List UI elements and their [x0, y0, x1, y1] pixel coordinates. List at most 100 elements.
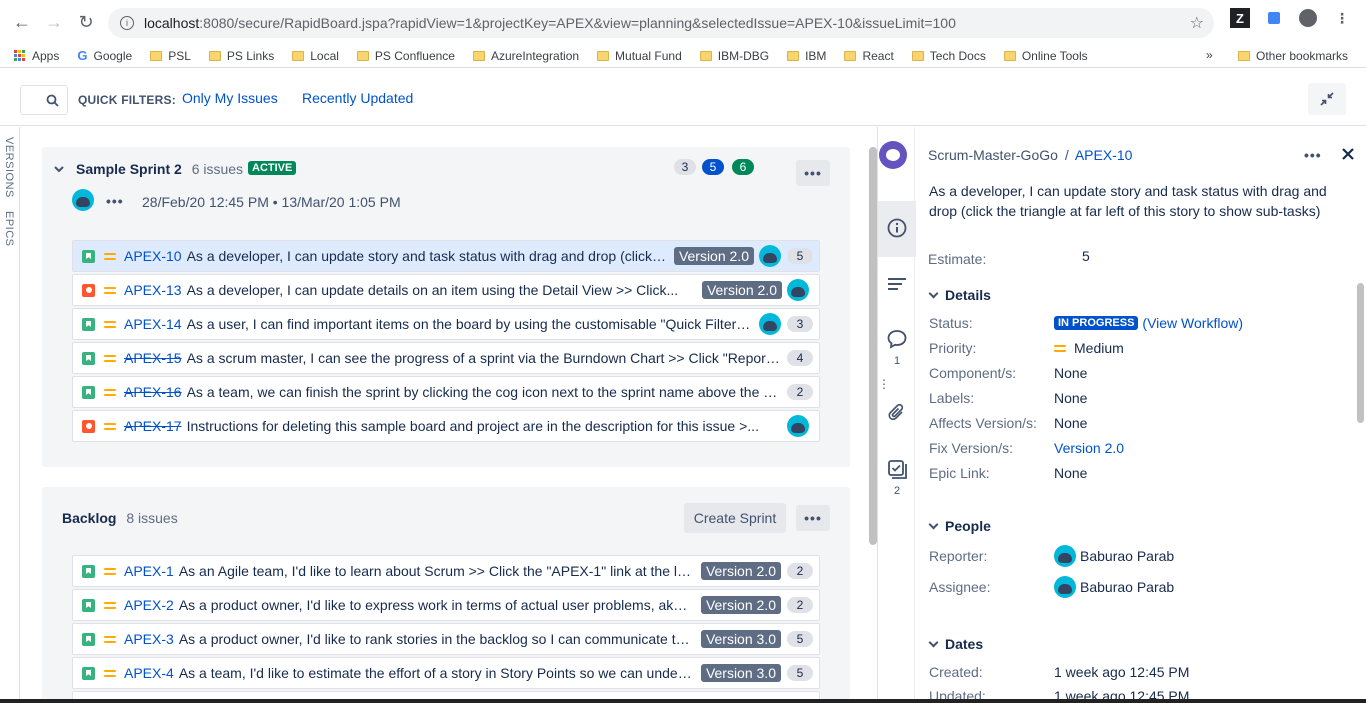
bookmark-item[interactable]: PS Confluence [356, 49, 455, 63]
sprint-container: Sample Sprint 2 6 issues ACTIVE 3 5 6 ••… [42, 147, 850, 467]
issue-row[interactable]: APEX-1 As an Agile team, I'd like to lear… [72, 555, 820, 587]
chevron-down-icon[interactable] [54, 164, 64, 174]
avatar[interactable] [759, 313, 781, 335]
bookmark-item[interactable]: Local [292, 49, 339, 63]
issue-row[interactable]: APEX-3 As a product owner, I'd like to ra… [72, 623, 820, 655]
breadcrumb-separator: / [1064, 147, 1069, 163]
field-value[interactable]: Medium [1054, 340, 1124, 356]
bookmark-item[interactable]: Tech Docs [911, 49, 986, 63]
issue-row[interactable]: APEX-4 As a team, I'd like to estimate th… [72, 657, 820, 689]
avatar[interactable] [72, 189, 94, 211]
field-value[interactable]: None [1054, 365, 1087, 381]
detail-more-icon[interactable]: ••• [1304, 147, 1322, 163]
field-value[interactable]: None [1054, 465, 1087, 481]
bookmark-label: Mutual Fund [615, 48, 682, 63]
info-icon[interactable]: i [120, 16, 134, 30]
reload-icon[interactable]: ↻ [70, 6, 102, 38]
breadcrumb-issue-key[interactable]: APEX-10 [1075, 147, 1133, 163]
profile-icon[interactable] [1298, 8, 1318, 28]
field-value[interactable]: IN PROGRESS (View Workflow) [1054, 315, 1243, 331]
sprint-avatar-more[interactable]: ••• [106, 193, 124, 209]
reporter-value[interactable]: Baburao Parab [1054, 545, 1174, 567]
breadcrumb-project[interactable]: Scrum-Master-GoGo [928, 147, 1058, 163]
detail-scrollbar[interactable] [1357, 283, 1364, 423]
bookmark-item[interactable]: PSL [150, 49, 191, 63]
field-label: Priority: [929, 340, 977, 356]
avatar[interactable] [787, 279, 809, 301]
tab-versions[interactable]: VERSIONS [3, 137, 15, 198]
project-avatar-icon[interactable] [879, 141, 907, 169]
bookmark-item[interactable]: IBM [787, 49, 826, 63]
bookmark-item[interactable]: Apps [14, 49, 59, 63]
avatar[interactable] [759, 245, 781, 267]
issue-row[interactable]: APEX-16 As a team, we can finish the spri… [72, 376, 820, 408]
issue-title[interactable]: As a developer, I can update story and t… [929, 181, 1329, 221]
quick-filter-only-my-issues[interactable]: Only My Issues [182, 90, 278, 106]
backlog-scrollbar[interactable] [869, 147, 877, 545]
forward-arrow-icon[interactable]: → [38, 6, 70, 38]
issue-key[interactable]: APEX-10 [124, 248, 182, 264]
field-value[interactable]: Version 2.0 [1054, 440, 1124, 456]
collapse-button[interactable] [1308, 83, 1346, 115]
subtasks-checkbox-icon[interactable]: 2 [886, 459, 908, 497]
bookmark-item[interactable]: Online Tools [1003, 49, 1088, 63]
tab-epics[interactable]: EPICS [3, 211, 15, 247]
bookmark-item[interactable]: IBM-DBG [699, 49, 769, 63]
menu-kebab-icon[interactable]: ⋮ [1332, 8, 1352, 28]
avatar[interactable] [787, 415, 809, 437]
sprint-more-button[interactable]: ••• [796, 160, 830, 186]
comment-icon[interactable]: 1 [886, 329, 908, 367]
issue-key[interactable]: APEX-2 [124, 597, 174, 613]
bookmarks-overflow[interactable]: » [1206, 48, 1213, 62]
issue-row[interactable]: APEX-13 As a developer, I can update deta… [72, 274, 820, 306]
info-circle-icon[interactable] [886, 218, 908, 238]
backlog-header[interactable]: Backlog 8 issues [62, 510, 178, 526]
close-icon[interactable] [1342, 148, 1354, 160]
assignee-value[interactable]: Baburao Parab [1054, 576, 1174, 598]
star-icon[interactable]: ☆ [1190, 13, 1204, 33]
issue-key[interactable]: APEX-4 [124, 665, 174, 681]
reporter-name: Baburao Parab [1080, 548, 1175, 564]
status-badge[interactable]: IN PROGRESS [1054, 316, 1139, 330]
issue-row[interactable]: APEX-14 As a user, I can find important i… [72, 308, 820, 340]
issue-key[interactable]: APEX-15 [124, 350, 182, 366]
issue-row[interactable]: APEX-2 As a product owner, I'd like to ex… [72, 589, 820, 621]
issue-key[interactable]: APEX-13 [124, 282, 182, 298]
issue-row[interactable]: APEX-10 As a developer, I can update stor… [72, 240, 820, 272]
bookmark-item[interactable]: Mutual Fund [597, 49, 682, 63]
field-value[interactable]: None [1054, 390, 1087, 406]
address-bar[interactable]: i localhost:8080/secure/RapidBoard.jspa?… [108, 8, 1214, 38]
issue-row[interactable]: APEX-17 Instructions for deleting this sa… [72, 410, 820, 442]
attachment-icon[interactable] [886, 403, 908, 423]
issue-key[interactable]: APEX-3 [124, 631, 174, 647]
create-sprint-button[interactable]: Create Sprint [684, 503, 786, 533]
quick-filter-recently-updated[interactable]: Recently Updated [302, 90, 413, 106]
estimate-value[interactable]: 5 [1082, 248, 1090, 264]
issue-row[interactable]: APEX-15 As a scrum master, I can see the … [72, 342, 820, 374]
people-section-toggle[interactable]: People [928, 518, 991, 534]
issue-key[interactable]: APEX-17 [124, 418, 182, 434]
priority-medium-icon [104, 669, 116, 677]
issue-key[interactable]: APEX-14 [124, 316, 182, 332]
zotero-extension-icon[interactable]: Z [1230, 8, 1250, 28]
issue-search-input[interactable] [20, 85, 68, 115]
created-value: 1 week ago 12:45 PM [1054, 664, 1190, 680]
bookmark-item[interactable]: PS Links [208, 49, 274, 63]
details-section-toggle[interactable]: Details [928, 287, 991, 303]
backlog-more-button[interactable]: ••• [796, 505, 830, 531]
bookmark-item[interactable]: G Google [77, 48, 132, 63]
bookmark-other[interactable]: Other bookmarks [1238, 49, 1348, 63]
field-value[interactable]: None [1054, 415, 1087, 431]
sprint-header[interactable]: Sample Sprint 2 6 issues [76, 161, 243, 177]
dates-section-toggle[interactable]: Dates [928, 636, 983, 652]
field-value-text: Version 2.0 [1054, 440, 1125, 456]
issue-key[interactable]: APEX-16 [124, 384, 182, 400]
resize-handle-icon[interactable]: ⋮ [878, 377, 890, 391]
back-arrow-icon[interactable]: ← [6, 6, 38, 38]
issue-key[interactable]: APEX-1 [124, 563, 174, 579]
description-lines-icon[interactable] [886, 277, 908, 291]
bookmark-item[interactable]: AzureIntegration [472, 49, 579, 63]
bookmark-item[interactable]: React [844, 49, 894, 63]
view-workflow-link[interactable]: (View Workflow) [1142, 315, 1243, 331]
eyedropper-extension-icon[interactable] [1264, 8, 1284, 28]
